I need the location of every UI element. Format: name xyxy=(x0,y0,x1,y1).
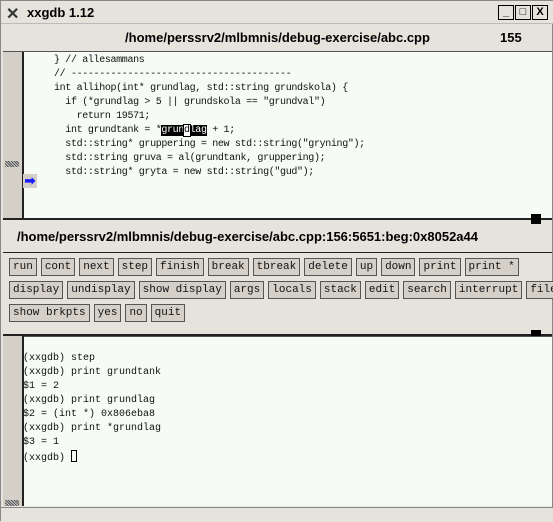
code-line: std::string* gryta = new std::string("gu… xyxy=(54,167,314,178)
code-line: // -------------------------------------… xyxy=(54,69,292,80)
pane-resize-grip[interactable] xyxy=(531,214,541,224)
console-line: $3 = 1 xyxy=(23,437,60,448)
source-scroll-thumb[interactable] xyxy=(5,161,19,167)
console-line: (xxgdb) step xyxy=(23,353,96,364)
console-line: (xxgdb) print grundlag xyxy=(23,395,156,406)
code-line-selected: int grundtank = *grundlag + 1; xyxy=(54,124,235,137)
cont-button[interactable]: cont xyxy=(40,258,76,276)
quit-button[interactable]: quit xyxy=(150,304,186,322)
search-button[interactable]: search xyxy=(403,281,451,299)
text-cursor: d xyxy=(183,124,191,137)
button-row: display undisplay show display args locals st… xyxy=(9,281,553,299)
text-cursor xyxy=(71,450,78,462)
close-button[interactable]: X xyxy=(532,5,548,20)
file-button[interactable]: file xyxy=(526,281,553,299)
divider xyxy=(3,252,552,253)
button-row: show brkpts yes no quit xyxy=(9,304,186,322)
source-code[interactable]: } // allesammans // ---------------------… xyxy=(54,54,365,180)
print-button[interactable]: print xyxy=(419,258,461,276)
window-bottom-border xyxy=(1,507,553,522)
args-button[interactable]: args xyxy=(229,281,265,299)
x-logo-icon[interactable]: ✕ xyxy=(6,4,19,24)
undisplay-button[interactable]: undisplay xyxy=(67,281,135,299)
print-star-button[interactable]: print * xyxy=(464,258,519,276)
file-label-bar: /home/perssrv2/mlbmnis/debug-exercise/ab… xyxy=(3,25,552,50)
edit-button[interactable]: edit xyxy=(364,281,400,299)
status-label: /home/perssrv2/mlbmnis/debug-exercise/ab… xyxy=(17,229,478,244)
console-output[interactable]: (xxgdb) step (xxgdb) print grundtank $1 = … xyxy=(23,338,161,480)
console-scroll-thumb[interactable] xyxy=(5,500,19,506)
console-line: (xxgdb) print *grundlag xyxy=(23,423,162,434)
source-scrollbar[interactable] xyxy=(3,52,24,218)
run-button[interactable]: run xyxy=(9,258,37,276)
console-line: $2 = (int *) 0x806eba8 xyxy=(23,409,156,420)
console-line: (xxgdb) print grundtank xyxy=(23,367,162,378)
execution-arrow-icon: ➡ xyxy=(23,173,37,188)
console-scrollbar[interactable] xyxy=(3,336,24,506)
show-display-button[interactable]: show display xyxy=(138,281,226,299)
locals-button[interactable]: locals xyxy=(268,281,316,299)
console-prompt-line[interactable]: (xxgdb) xyxy=(23,450,161,466)
code-line: if (*grundlag > 5 || grundskola == "grun… xyxy=(54,97,326,108)
break-button[interactable]: break xyxy=(207,258,249,276)
code-line: } // allesammans xyxy=(54,55,145,66)
window-title: xxgdb 1.12 xyxy=(27,5,95,20)
show-brkpts-button[interactable]: show brkpts xyxy=(9,304,90,322)
display-button[interactable]: display xyxy=(9,281,64,299)
line-number: 155 xyxy=(500,30,522,45)
code-line: std::string* gruppering = new std::strin… xyxy=(54,139,365,150)
down-button[interactable]: down xyxy=(381,258,416,276)
pane-separator xyxy=(3,218,552,220)
no-button[interactable]: no xyxy=(125,304,147,322)
title-bar: ✕ xxgdb 1.12 _ □ X xyxy=(1,1,553,24)
code-line: int allihop(int* grundlag, std::string g… xyxy=(54,83,348,94)
yes-button[interactable]: yes xyxy=(93,304,122,322)
up-button[interactable]: up xyxy=(355,258,378,276)
minimize-button[interactable]: _ xyxy=(498,5,514,20)
code-line: std::string gruva = al(grundtank, gruppe… xyxy=(54,153,326,164)
button-row: run cont next step finish break tbreak delete up… xyxy=(9,258,519,276)
interrupt-button[interactable]: interrupt xyxy=(454,281,523,299)
next-button[interactable]: next xyxy=(79,258,114,276)
console-line: $1 = 2 xyxy=(23,381,60,392)
step-button[interactable]: step xyxy=(117,258,153,276)
selection: grun xyxy=(161,125,184,136)
stack-button[interactable]: stack xyxy=(319,281,361,299)
finish-button[interactable]: finish xyxy=(156,258,204,276)
maximize-button[interactable]: □ xyxy=(515,5,531,20)
tbreak-button[interactable]: tbreak xyxy=(252,258,301,276)
code-line: return 19571; xyxy=(54,111,151,122)
selection: lag xyxy=(189,125,207,136)
source-filename: /home/perssrv2/mlbmnis/debug-exercise/ab… xyxy=(125,30,430,45)
delete-button[interactable]: delete xyxy=(304,258,352,276)
